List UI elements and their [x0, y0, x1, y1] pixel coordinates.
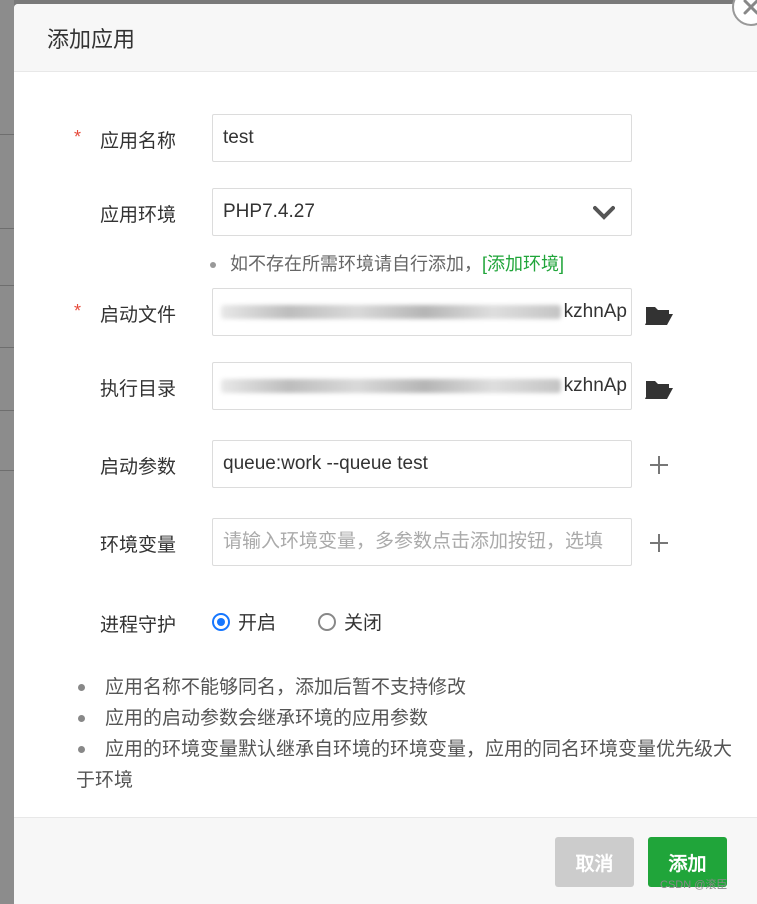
env-vars-input[interactable]: 请输入环境变量，多参数点击添加按钮，选填 — [212, 518, 632, 566]
radio-checked[interactable] — [212, 612, 230, 631]
backdrop — [0, 0, 14, 904]
bullet-dot — [78, 715, 85, 722]
daemon-label: 进程守护 — [100, 615, 177, 636]
folder-open-icon[interactable] — [644, 377, 674, 401]
redacted-path — [221, 379, 561, 393]
add-env-link[interactable]: [添加环境] — [482, 254, 564, 274]
note-item: 应用名称不能够同名，添加后暂不支持修改 — [76, 672, 736, 703]
note-text: 应用的启动参数会继承环境的应用参数 — [105, 708, 429, 729]
note-text: 应用的环境变量默认继承自环境的环境变量，应用的同名环境变量优先级大于环境 — [76, 739, 733, 791]
dialog-title: 添加应用 — [47, 26, 136, 52]
watermark: CSDN @滚臣 — [660, 879, 728, 891]
required-mark: * — [74, 127, 82, 147]
app-env-label: 应用环境 — [100, 205, 177, 226]
cancel-button[interactable]: 取消 — [555, 837, 634, 887]
daemon-option-off[interactable]: 关闭 — [318, 608, 382, 635]
form-row-app-env: 应用环境 PHP7.4.27 — [14, 188, 757, 238]
start-file-label: 启动文件 — [100, 305, 177, 326]
form-row-env-vars: 环境变量 请输入环境变量，多参数点击添加按钮，选填 — [14, 518, 757, 568]
app-env-select[interactable]: PHP7.4.27 — [212, 188, 632, 236]
exec-dir-label: 执行目录 — [100, 379, 177, 400]
add-app-dialog: 添加应用 * 应用名称 test 应用环境 PHP7.4.27 如不存在所需环境… — [14, 4, 757, 904]
env-vars-label: 环境变量 — [100, 535, 177, 556]
daemon-radio-group: 开启 关闭 — [212, 608, 424, 635]
form-row-app-name: * 应用名称 test — [14, 114, 757, 164]
form-row-exec-dir: 执行目录 kzhnAp — [14, 362, 757, 412]
bullet-dot — [78, 684, 85, 691]
note-text: 应用名称不能够同名，添加后暂不支持修改 — [105, 677, 467, 698]
app-name-input[interactable]: test — [212, 114, 632, 162]
note-item: 应用的启动参数会继承环境的应用参数 — [76, 703, 736, 734]
start-file-input[interactable]: kzhnAp — [212, 288, 632, 336]
bullet-dot — [210, 262, 216, 269]
form-row-daemon: 进程守护 开启 关闭 — [14, 598, 757, 648]
folder-open-icon[interactable] — [644, 303, 674, 327]
app-name-label: 应用名称 — [100, 131, 177, 152]
plus-icon[interactable] — [648, 454, 670, 476]
daemon-option-on[interactable]: 开启 — [212, 608, 276, 635]
radio-unchecked[interactable] — [318, 612, 337, 631]
exec-dir-input[interactable]: kzhnAp — [212, 362, 632, 410]
form-row-start-params: 启动参数 queue:work --queue test — [14, 440, 757, 490]
dialog-footer: 取消 添加 — [14, 817, 757, 904]
notes-list: 应用名称不能够同名，添加后暂不支持修改 应用的启动参数会继承环境的应用参数 应用… — [76, 672, 736, 796]
daemon-option-off-label: 关闭 — [344, 613, 383, 634]
bullet-dot — [78, 746, 85, 753]
redacted-path — [221, 305, 561, 319]
close-x-glyph — [743, 0, 757, 15]
dialog-header: 添加应用 — [14, 4, 757, 72]
start-params-label: 启动参数 — [100, 457, 177, 478]
daemon-option-on-label: 开启 — [238, 613, 277, 634]
app-env-selected-value: PHP7.4.27 — [223, 201, 315, 222]
required-mark: * — [74, 301, 82, 321]
chevron-down-icon — [593, 206, 615, 220]
form-row-start-file: * 启动文件 kzhnAp — [14, 288, 757, 338]
note-item: 应用的环境变量默认继承自环境的环境变量，应用的同名环境变量优先级大于环境 — [76, 734, 736, 796]
env-hint-text: 如不存在所需环境请自行添加， — [230, 254, 482, 274]
exec-dir-value-tail: kzhnAp — [563, 375, 627, 396]
plus-icon[interactable] — [648, 532, 670, 554]
env-hint: 如不存在所需环境请自行添加，[添加环境] — [210, 250, 564, 276]
start-file-value-tail: kzhnAp — [563, 301, 627, 322]
start-params-input[interactable]: queue:work --queue test — [212, 440, 632, 488]
